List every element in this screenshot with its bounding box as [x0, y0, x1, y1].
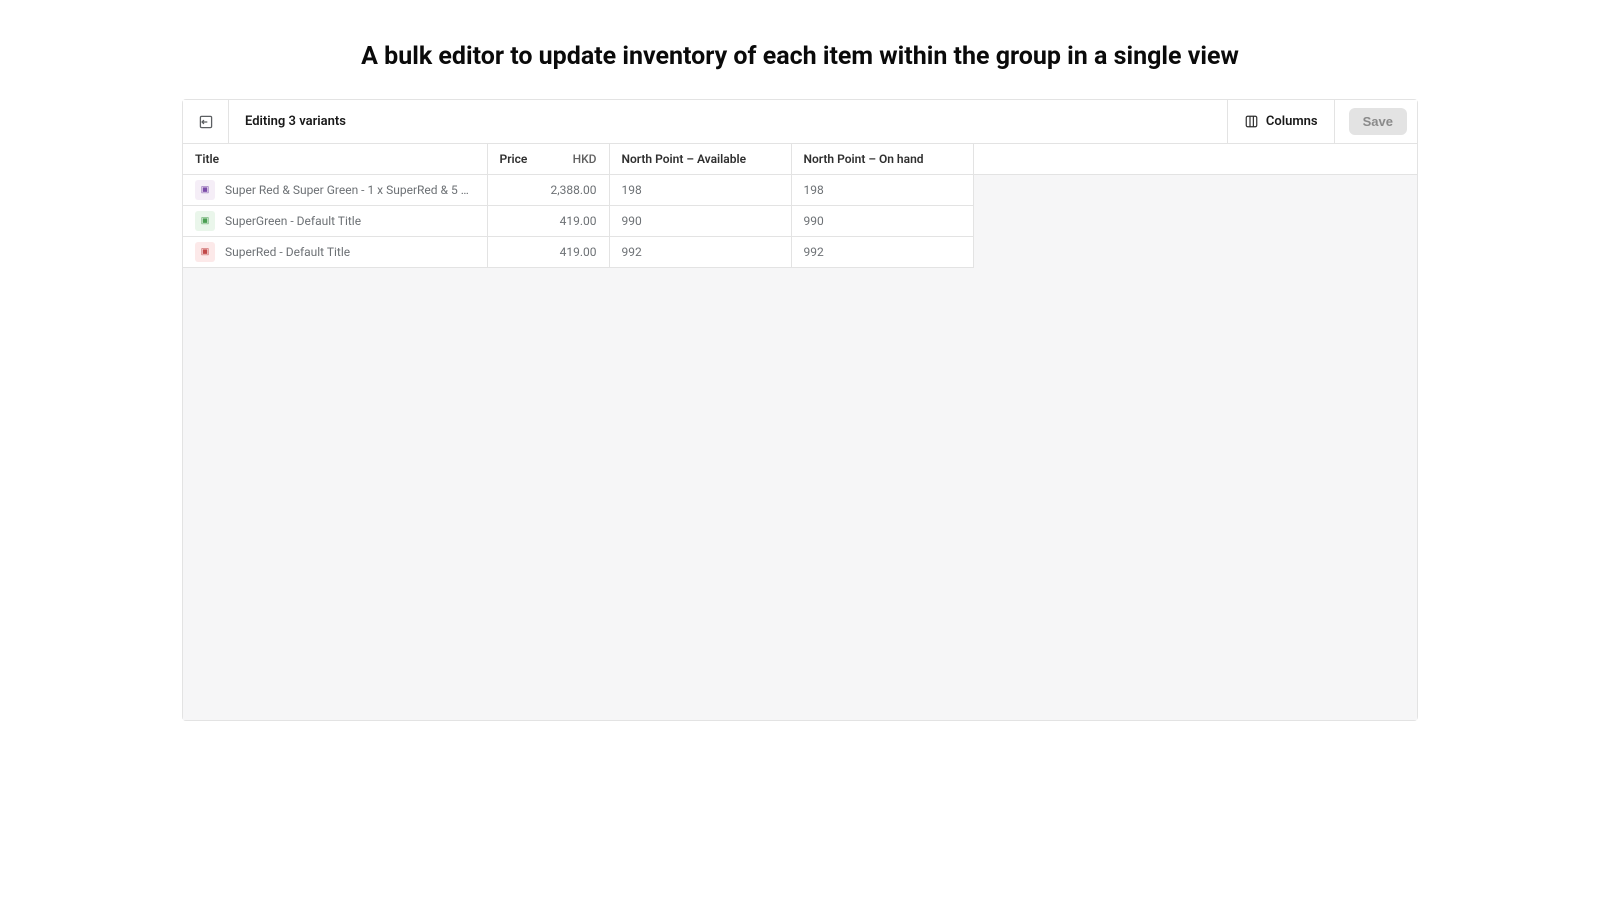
cell-title[interactable]: ▣ Super Red & Super Green - 1 x SuperRed …: [183, 175, 487, 206]
header-available: North Point – Available: [609, 144, 791, 175]
cell-available[interactable]: 992: [609, 237, 791, 268]
bulk-editor-panel: Editing 3 variants Columns Save Title: [182, 99, 1418, 721]
back-button[interactable]: [183, 100, 229, 143]
toolbar-title: Editing 3 variants: [229, 114, 1227, 129]
header-title: Title: [183, 144, 487, 175]
table-row[interactable]: ▣SuperRed - Default Title419.00992992: [183, 237, 1417, 268]
product-thumbnail: ▣: [195, 180, 215, 200]
editor-toolbar: Editing 3 variants Columns Save: [183, 100, 1417, 144]
exit-icon: [198, 114, 214, 130]
cell-price[interactable]: 2,388.00: [487, 175, 609, 206]
product-title-text: SuperRed - Default Title: [225, 245, 350, 259]
cell-onhand[interactable]: 990: [791, 206, 973, 237]
table-row[interactable]: ▣ Super Red & Super Green - 1 x SuperRed …: [183, 175, 1417, 206]
cell-price[interactable]: 419.00: [487, 206, 609, 237]
cell-empty: [973, 175, 1417, 206]
cell-onhand[interactable]: 198: [791, 175, 973, 206]
page-heading: A bulk editor to update inventory of eac…: [0, 0, 1600, 99]
cell-title[interactable]: ▣ SuperRed - Default Title: [183, 237, 487, 268]
header-price: Price HKD: [487, 144, 609, 175]
product-title-text: SuperGreen - Default Title: [225, 214, 361, 228]
cell-onhand[interactable]: 992: [791, 237, 973, 268]
product-thumbnail: ▣: [195, 211, 215, 231]
product-title-text: Super Red & Super Green - 1 x SuperRed &…: [225, 183, 475, 197]
cell-available[interactable]: 198: [609, 175, 791, 206]
cell-empty: [973, 206, 1417, 237]
cell-price[interactable]: 419.00: [487, 237, 609, 268]
header-empty: [973, 144, 1417, 175]
cell-title[interactable]: ▣ SuperGreen - Default Title: [183, 206, 487, 237]
table-row[interactable]: ▣SuperGreen - Default Title419.00990990: [183, 206, 1417, 237]
cell-empty: [973, 237, 1417, 268]
product-thumbnail: ▣: [195, 242, 215, 262]
columns-button[interactable]: Columns: [1227, 100, 1335, 144]
save-button[interactable]: Save: [1349, 108, 1407, 135]
columns-label: Columns: [1266, 114, 1318, 129]
header-price-label: Price: [500, 152, 528, 166]
cell-available[interactable]: 990: [609, 206, 791, 237]
variant-table: Title Price HKD North Point – Available …: [183, 144, 1417, 268]
header-onhand: North Point – On hand: [791, 144, 973, 175]
editor-empty-area: [183, 268, 1417, 720]
table-header-row: Title Price HKD North Point – Available …: [183, 144, 1417, 175]
columns-icon: [1244, 114, 1259, 129]
header-currency: HKD: [573, 152, 597, 166]
toolbar-actions: Columns Save: [1227, 100, 1417, 144]
